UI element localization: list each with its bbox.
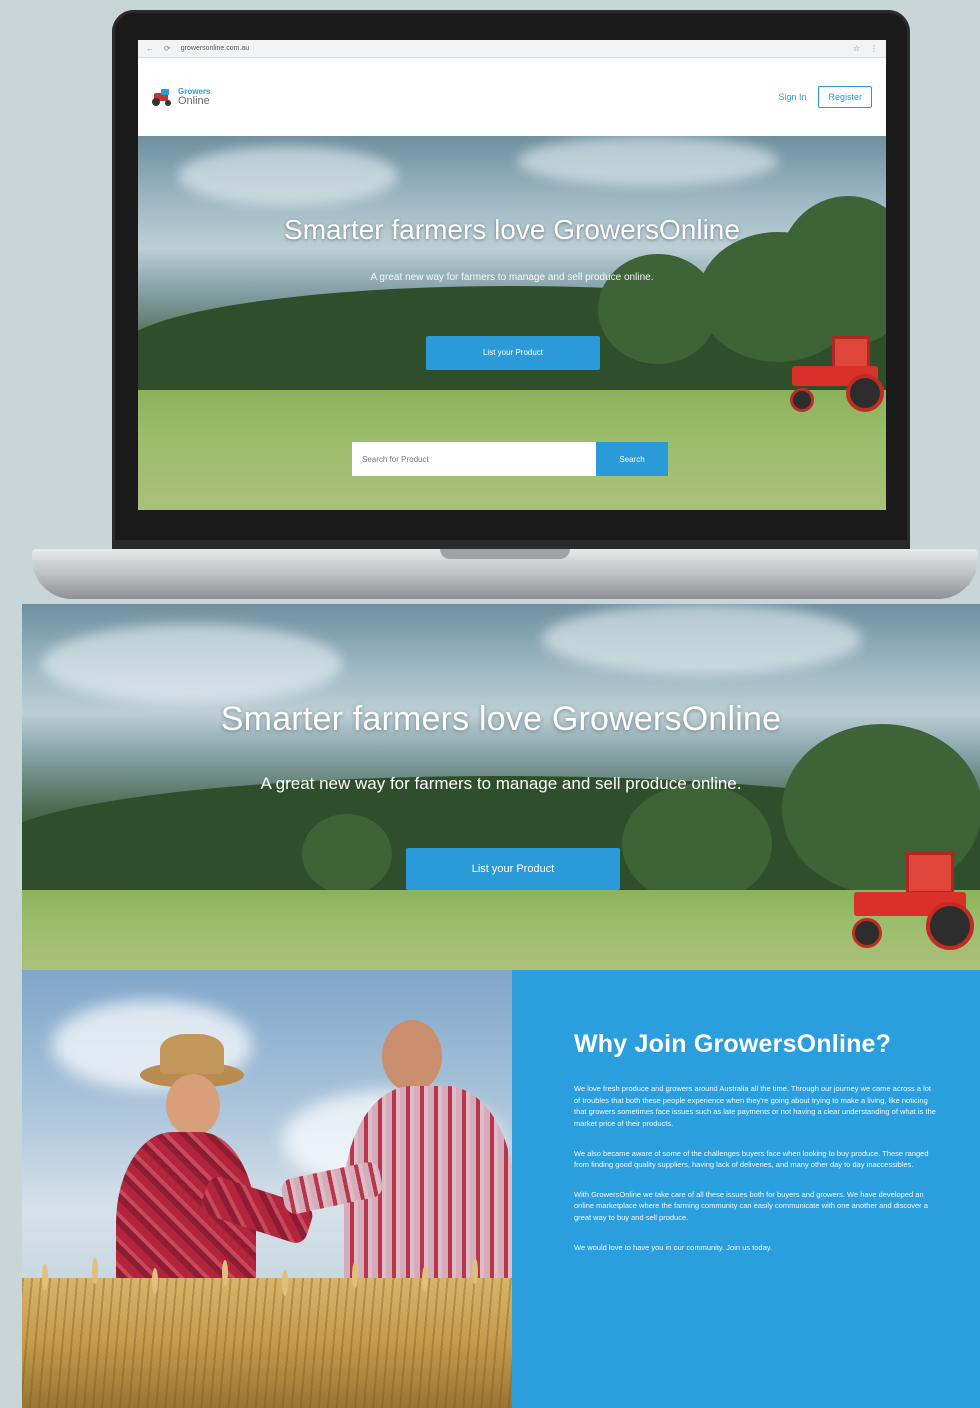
laptop-notch [440,549,570,559]
search-button[interactable]: Search [596,442,668,476]
wheat-ear [222,1260,228,1286]
search-input[interactable] [352,442,596,476]
laptop-base [32,549,978,599]
star-icon[interactable]: ☆ [853,44,860,53]
hero-subtitle: A great new way for farmers to manage an… [370,272,654,283]
cloud [178,146,398,206]
laptop-hero-banner: Smarter farmers love GrowersOnline A gre… [138,136,886,510]
cloud [542,604,862,674]
why-join-section: Why Join GrowersOnline? We love fresh pr… [22,970,980,1408]
logo-text-online: Online [178,94,210,107]
menu-icon[interactable]: ⋮ [870,44,878,53]
farmers-handshake-photo [22,970,512,1408]
why-join-paragraph: We would love to have you in our communi… [574,1242,773,1252]
tree [302,814,392,894]
sign-in-link[interactable]: Sign In [778,92,806,102]
register-button[interactable]: Register [818,86,872,108]
wheat-ear [282,1270,288,1296]
tractor-image [788,336,886,416]
site-header: Growers Online Sign In Register [138,58,886,136]
tree [622,784,772,904]
laptop-screen: ← ⟳ growersonline.com.au ☆ ⋮ Growers Onl… [138,40,886,510]
wheat-field [22,1258,512,1408]
list-product-button[interactable]: List your Product [406,848,620,890]
site-logo[interactable]: Growers Online [152,87,210,107]
auth-links: Sign In Register [778,86,872,108]
wheat-ear [92,1258,98,1284]
why-join-panel: Why Join GrowersOnline? We love fresh pr… [512,970,980,1408]
back-icon[interactable]: ← [146,44,154,53]
reload-icon[interactable]: ⟳ [164,44,171,53]
wheat-ear [42,1264,48,1290]
cloud [42,624,342,704]
cloud [518,136,778,186]
list-product-button[interactable]: List your Product [426,336,600,370]
browser-toolbar: ← ⟳ growersonline.com.au ☆ ⋮ [138,40,886,58]
why-join-heading: Why Join GrowersOnline? [574,1030,892,1058]
wheat-ear [472,1258,478,1284]
wheat-ear [422,1266,428,1292]
page-hero-banner: Smarter farmers love GrowersOnline A gre… [22,604,980,970]
hero-subtitle: A great new way for farmers to manage an… [260,774,742,793]
product-search: Search [352,442,668,476]
why-join-paragraph: We also became aware of some of the chal… [574,1148,929,1170]
wheat-ear [352,1262,358,1288]
hero-title: Smarter farmers love GrowersOnline [284,214,740,245]
why-join-paragraph: With GrowersOnline we take care of all t… [574,1189,928,1222]
tractor-logo-icon [152,89,174,106]
address-bar[interactable]: growersonline.com.au [181,45,843,52]
grass-field [22,890,980,970]
hero-title: Smarter farmers love GrowersOnline [220,700,782,738]
tractor-image [848,852,978,952]
wheat-ear [152,1268,158,1294]
why-join-paragraph: We love fresh produce and growers around… [574,1084,936,1128]
